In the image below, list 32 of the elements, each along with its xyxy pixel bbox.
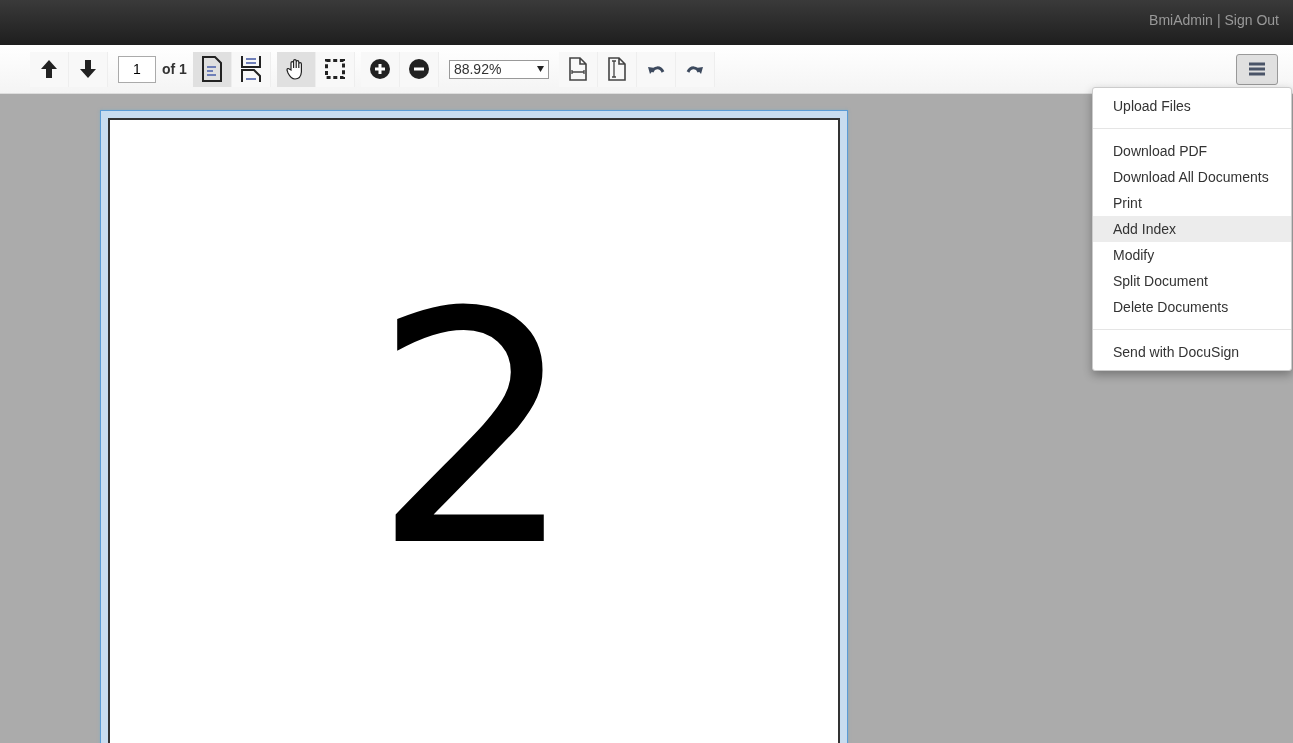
menu-item[interactable]: Download PDF: [1093, 138, 1291, 164]
menu-icon: [1249, 62, 1265, 76]
rotate-left-icon: [646, 63, 665, 75]
menu-item[interactable]: Modify: [1093, 242, 1291, 268]
menu-item[interactable]: Download All Documents: [1093, 164, 1291, 190]
menu-item[interactable]: Delete Documents: [1093, 294, 1291, 320]
rotate-right-icon: [685, 63, 704, 75]
menu-item[interactable]: Upload Files: [1093, 93, 1291, 119]
page-number-field[interactable]: 1: [118, 55, 156, 83]
single-page-button[interactable]: [192, 51, 232, 87]
menu-item[interactable]: Print: [1093, 190, 1291, 216]
page-count: of 1: [162, 61, 187, 77]
sign-out-link[interactable]: Sign Out: [1224, 11, 1279, 28]
dashed-square-icon: [324, 59, 345, 79]
minus-circle-icon: [408, 59, 429, 79]
separator-text: |: [1216, 11, 1221, 28]
menu-item[interactable]: Send with DocuSign: [1093, 339, 1291, 365]
two-pages-icon: [239, 55, 262, 83]
single-page-icon: [200, 56, 223, 82]
plus-circle-icon: [369, 59, 390, 79]
user-name: BmiAdmin: [1149, 11, 1213, 28]
pan-tool-button[interactable]: [276, 51, 316, 87]
page-height-icon: [607, 57, 626, 81]
menu-item[interactable]: Add Index: [1093, 216, 1291, 242]
menu-item[interactable]: Split Document: [1093, 268, 1291, 294]
zoom-dropdown[interactable]: 88.92%: [448, 59, 549, 79]
page-width-icon: [568, 57, 587, 81]
arrow-down-icon: [79, 59, 97, 79]
caret-icon: [536, 66, 544, 72]
arrow-up-icon: [40, 59, 58, 79]
menu-button[interactable]: [1236, 53, 1278, 85]
page-content-text: 2: [372, 270, 576, 590]
